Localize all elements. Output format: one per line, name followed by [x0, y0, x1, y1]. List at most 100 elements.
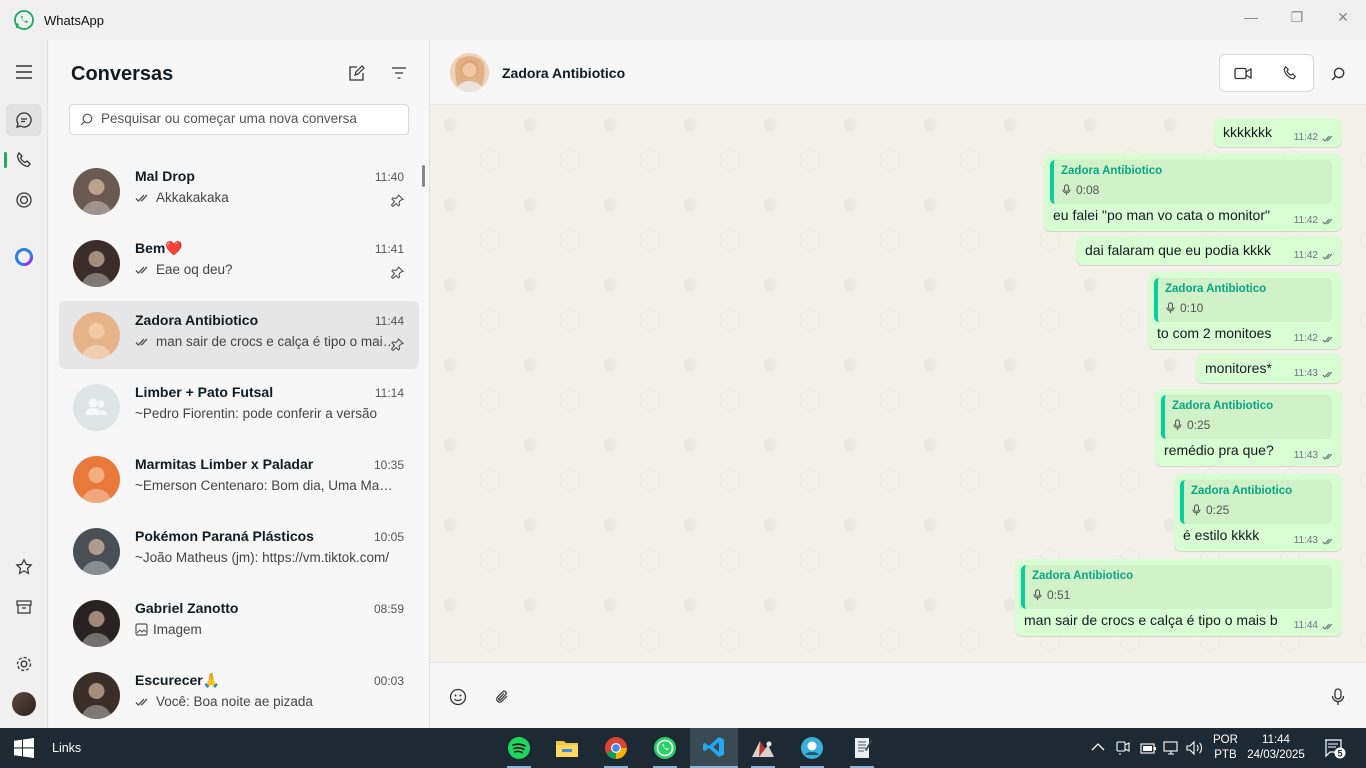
quoted-audio-duration: 0:25 [1187, 418, 1211, 432]
meet-now-icon[interactable] [1116, 740, 1130, 756]
app-icon-2 [801, 737, 823, 759]
title-bar: WhatsApp — ❐ ✕ [0, 0, 1366, 40]
meta-ai-button[interactable] [6, 241, 42, 273]
quoted-author: Zadora Antibiotico [1061, 165, 1163, 177]
taskbar-whatsapp[interactable] [641, 728, 689, 768]
search-input[interactable] [101, 111, 401, 126]
attach-button[interactable] [490, 685, 514, 709]
chat-list-item[interactable]: Marmitas Limber x Paladar 10:35 ~Emerson C… [59, 445, 419, 513]
call-buttons [1219, 54, 1314, 92]
chat-avatar [73, 528, 120, 575]
starred-button[interactable] [6, 551, 42, 583]
search-messages-button[interactable] [1326, 62, 1350, 86]
chat-name: Limber + Pato Futsal [135, 384, 274, 400]
double-check-icon [135, 338, 148, 346]
chats-nav-button[interactable] [6, 104, 42, 136]
taskbar-links-toolbar[interactable]: Links [52, 741, 81, 755]
taskbar-notepad[interactable] [838, 728, 886, 768]
clock[interactable]: 11:44 24/03/2025 [1246, 733, 1306, 763]
notepad-icon [855, 738, 873, 758]
taskbar-app[interactable] [739, 728, 787, 768]
double-check-icon [135, 266, 148, 274]
contact-name[interactable]: Zadora Antibiotico [502, 65, 625, 81]
menu-button[interactable] [6, 56, 42, 88]
chat-name: Zadora Antibiotico [135, 312, 259, 328]
quoted-message[interactable]: Zadora Antibiotico 0:10 [1154, 278, 1332, 322]
settings-button[interactable] [6, 648, 42, 680]
search-box[interactable] [69, 104, 409, 135]
chat-list-scrollbar[interactable] [422, 165, 425, 187]
message-text: monitores* [1205, 360, 1272, 376]
chat-preview-text: ~Emerson Centenaro: Bom dia, Uma Marmita [135, 478, 397, 493]
composer [430, 662, 1366, 728]
message-text: é estilo kkkk [1183, 527, 1260, 543]
message-time: 11:43 [1293, 535, 1318, 546]
emoji-button[interactable] [446, 685, 470, 709]
double-check-icon [135, 194, 148, 202]
filter-button[interactable] [387, 62, 411, 84]
battery-icon[interactable] [1139, 740, 1157, 756]
message-bubble[interactable]: Zadora Antibiotico 0:25 remédio pra que? 11… [1155, 389, 1342, 466]
close-button[interactable]: ✕ [1320, 0, 1366, 34]
phone-icon [16, 151, 31, 168]
contact-avatar[interactable] [450, 53, 489, 92]
voice-call-button[interactable] [1267, 55, 1314, 91]
network-icon[interactable] [1162, 740, 1180, 756]
message-bubble[interactable]: dai falaram que eu podia kkkk 11:42 [1076, 236, 1342, 265]
chat-list-item[interactable]: Escurecer🙏 00:03 Você: Boa noite ae pizada [59, 661, 419, 729]
search-icon [80, 113, 93, 126]
archived-button[interactable] [6, 591, 42, 623]
message-time: 11:43 [1293, 368, 1318, 379]
chat-list-item[interactable]: Pokémon Paraná Plásticos 10:05 ~João Mathe… [59, 517, 419, 585]
chat-list-item[interactable]: Limber + Pato Futsal 11:14 ~Pedro Fiorenti… [59, 373, 419, 441]
chat-time: 00:03 [373, 674, 404, 688]
whatsapp-icon [654, 737, 676, 759]
message-bubble[interactable]: Zadora Antibiotico 0:10 to com 2 monitoes 1… [1148, 272, 1342, 349]
taskbar-vscode[interactable] [690, 728, 738, 768]
status-nav-button[interactable] [6, 184, 42, 216]
chevron-up-icon[interactable] [1091, 742, 1105, 752]
chrome-icon [605, 737, 627, 759]
app-icon [752, 741, 774, 757]
quoted-message[interactable]: Zadora Antibiotico 0:08 [1050, 160, 1332, 204]
double-check-icon [1322, 218, 1333, 225]
message-bubble[interactable]: Zadora Antibiotico 0:51 man sair de crocs … [1015, 559, 1342, 636]
volume-icon[interactable] [1186, 740, 1204, 756]
restore-button[interactable]: ❐ [1274, 0, 1320, 34]
profile-avatar[interactable] [12, 692, 36, 716]
conversation-panel: Zadora Antibiotico kkkkkkk 11:42 Zadora An… [430, 40, 1366, 728]
taskbar-spotify[interactable] [495, 728, 543, 768]
taskbar-app-2[interactable] [788, 728, 836, 768]
windows-start-icon[interactable] [14, 738, 34, 758]
notification-center-button[interactable]: 5 [1324, 739, 1346, 764]
message-bubble[interactable]: kkkkkkk 11:42 [1214, 118, 1342, 147]
message-list[interactable]: kkkkkkk 11:42 Zadora Antibiotico 0:08 eu fal… [430, 105, 1366, 662]
chat-list-item[interactable]: Gabriel Zanotto 08:59 Imagem [59, 589, 419, 657]
message-bubble[interactable]: Zadora Antibiotico 0:25 é estilo kkkk 11:43 [1174, 474, 1342, 551]
message-bubble[interactable]: Zadora Antibiotico 0:08 eu falei "po man v… [1044, 154, 1342, 231]
chat-time: 11:14 [374, 386, 404, 400]
quoted-audio-duration: 0:25 [1206, 503, 1230, 517]
quoted-message[interactable]: Zadora Antibiotico 0:51 [1021, 565, 1332, 609]
chat-preview-text: ~João Matheus (jm): https://vm.tiktok.co… [135, 550, 389, 565]
input-language[interactable]: POR PTB [1213, 733, 1238, 763]
star-icon [15, 558, 33, 575]
message-bubble[interactable]: monitores* 11:43 [1196, 354, 1342, 383]
chat-list-item[interactable]: Bem❤️ 11:41 Eae oq deu? [59, 229, 419, 297]
quoted-message[interactable]: Zadora Antibiotico 0:25 [1161, 395, 1332, 439]
chat-avatar [73, 312, 120, 359]
chat-list-item[interactable]: Mal Drop 11:40 Akkakakaka [59, 157, 419, 225]
chat-name: Marmitas Limber x Paladar [135, 456, 314, 472]
quoted-message[interactable]: Zadora Antibiotico 0:25 [1180, 480, 1332, 524]
pin-icon [391, 338, 404, 351]
taskbar-file-explorer[interactable] [543, 728, 591, 768]
new-chat-button[interactable] [344, 62, 368, 84]
calls-nav-button[interactable] [6, 144, 42, 176]
minimize-button[interactable]: — [1228, 0, 1274, 34]
chat-preview-text: Imagem [153, 622, 202, 637]
taskbar-chrome[interactable] [592, 728, 640, 768]
video-call-button[interactable] [1220, 55, 1267, 91]
chat-list-item[interactable]: Zadora Antibiotico 11:44 man sair de crocs… [59, 301, 419, 369]
voice-message-button[interactable] [1326, 685, 1350, 709]
quoted-audio-duration: 0:10 [1180, 301, 1204, 315]
